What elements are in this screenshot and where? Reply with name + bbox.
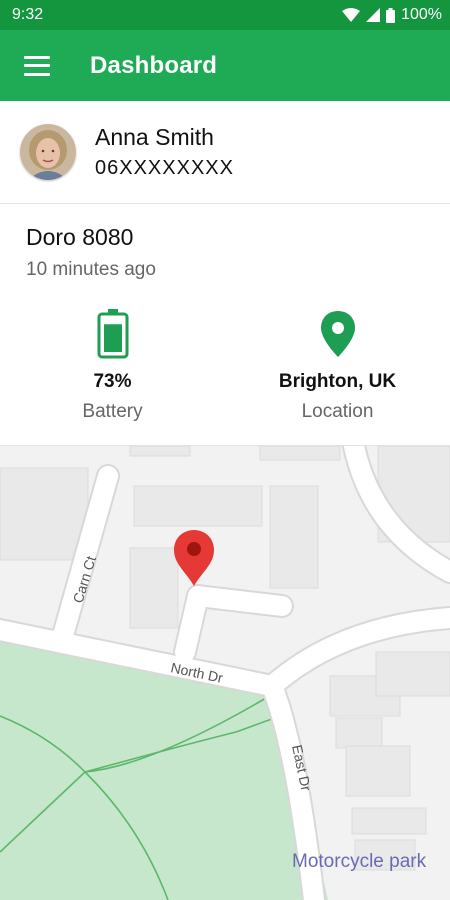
- contact-info: Anna Smith 06XXXXXXXX: [95, 124, 234, 180]
- device-card: Doro 8080 10 minutes ago 73% Battery Bri…: [0, 204, 450, 446]
- location-stat[interactable]: Brighton, UK Location: [225, 303, 450, 423]
- location-value: Brighton, UK: [278, 371, 397, 392]
- map-view[interactable]: Carn Ct North Dr East Dr Motorcycle park: [0, 446, 450, 900]
- status-icons: 100%: [342, 6, 442, 24]
- wifi-icon: [342, 8, 361, 22]
- contact-phone: 06XXXXXXXX: [95, 157, 234, 179]
- avatar: [20, 124, 76, 180]
- location-pin-icon: [320, 311, 355, 357]
- poi-label-motorcycle-park: Motorcycle park: [292, 851, 427, 872]
- status-battery-percent: 100%: [401, 6, 442, 23]
- battery-value: 73%: [93, 371, 132, 392]
- contact-name: Anna Smith: [95, 124, 214, 150]
- battery-status-icon: [386, 7, 396, 23]
- location-label: Location: [301, 401, 374, 422]
- battery-label: Battery: [82, 401, 143, 422]
- signal-icon: [366, 8, 381, 22]
- app-bar: Dashboard: [0, 30, 450, 101]
- app-title: Dashboard: [90, 51, 218, 79]
- menu-icon[interactable]: [24, 55, 50, 76]
- status-time: 9:32: [12, 6, 44, 23]
- device-stats: 73% Battery Brighton, UK Location: [0, 303, 450, 423]
- battery-stat: 73% Battery: [0, 303, 225, 423]
- battery-level-fill: [103, 324, 122, 352]
- contact-card[interactable]: Anna Smith 06XXXXXXXX: [0, 101, 450, 204]
- battery-icon: [97, 309, 128, 359]
- device-name: Doro 8080: [26, 224, 134, 250]
- device-last-seen: 10 minutes ago: [26, 259, 156, 280]
- map-canvas[interactable]: Carn Ct North Dr East Dr Motorcycle park: [0, 446, 450, 900]
- status-bar: 9:32 100%: [0, 0, 450, 30]
